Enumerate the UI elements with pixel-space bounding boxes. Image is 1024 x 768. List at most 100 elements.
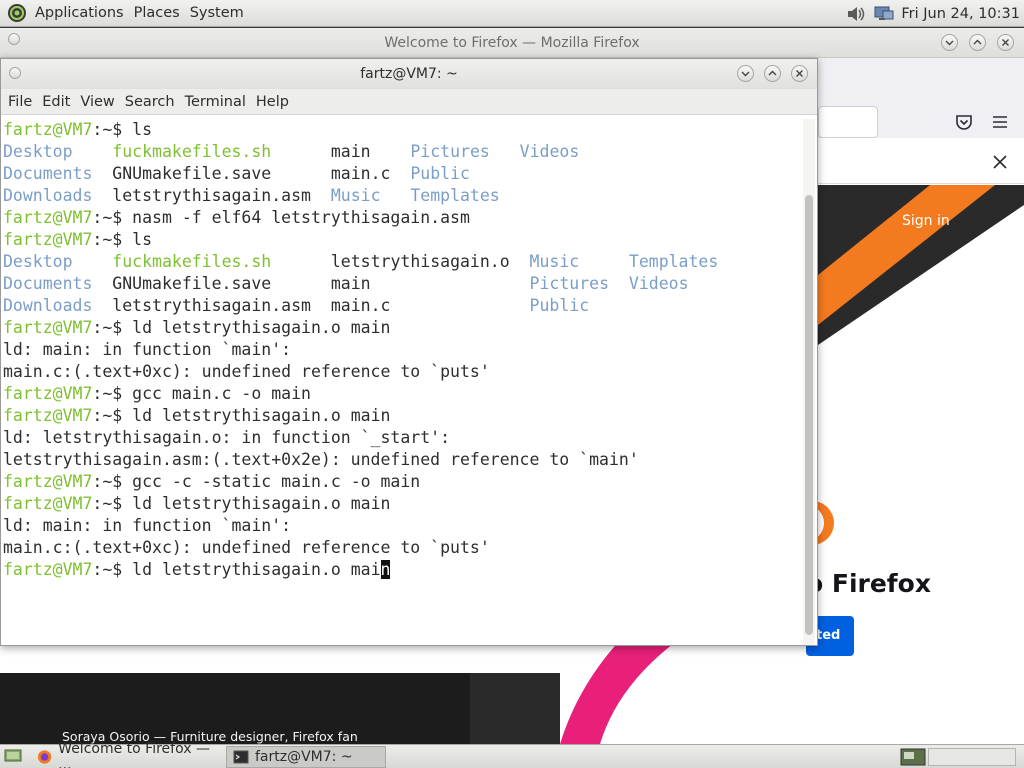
taskbar-item-label: fartz@VM7: ~	[255, 748, 353, 765]
prompt: fartz@VM7	[3, 208, 93, 227]
file-entry: letstrythisagain.o	[330, 252, 510, 271]
dir-entry: Desktop	[3, 142, 73, 161]
chevron-down-icon	[945, 40, 954, 46]
firefox-maximize-button[interactable]	[969, 34, 986, 51]
terminal-line: Documents GNUmakefile.save main.c Public	[3, 163, 803, 185]
terminal-line: fartz@VM7:~$ ld letstrythisagain.o main	[3, 494, 391, 513]
file-entry: letstrythisagain.asm	[112, 296, 311, 315]
taskbar-item-firefox[interactable]: Welcome to Firefox — ...	[30, 741, 226, 768]
menu-view[interactable]: View	[75, 94, 119, 110]
distro-logo-icon[interactable]	[6, 2, 28, 24]
dir-entry: Downloads	[3, 296, 93, 315]
menu-help[interactable]: Help	[251, 94, 294, 110]
firefox-window-menu-button[interactable]	[8, 33, 20, 45]
prompt: fartz@VM7	[3, 560, 93, 579]
terminal-line: fartz@VM7:~$ nasm -f elf64 letstrythisag…	[3, 208, 470, 227]
command-input[interactable]: ld letstrythisagain.o mai	[132, 560, 380, 579]
terminal-icon	[233, 750, 249, 763]
prompt: fartz@VM7	[3, 120, 93, 139]
hamburger-menu-icon[interactable]	[990, 112, 1010, 132]
terminal-output[interactable]: fartz@VM7:~$ ls Desktop fuckmakefiles.sh …	[3, 119, 803, 645]
pocket-icon[interactable]	[954, 112, 974, 132]
file-entry: main	[330, 274, 371, 293]
terminal-line: fartz@VM7:~$ gcc main.c -o main	[3, 384, 311, 403]
chevron-up-icon	[973, 39, 982, 45]
terminal-line: Downloads letstrythisagain.asm Music Tem…	[3, 185, 803, 207]
dir-entry: Videos	[628, 274, 689, 293]
terminal-close-button[interactable]	[791, 65, 808, 82]
menu-system[interactable]: System	[185, 5, 249, 21]
menu-places[interactable]: Places	[129, 5, 185, 21]
top-panel: Applications Places System Fri Jun 24, 1…	[0, 0, 1024, 27]
file-entry: GNUmakefile.save	[112, 274, 272, 293]
terminal-line: Downloads letstrythisagain.asm main.c Pu…	[3, 295, 803, 317]
prompt: fartz@VM7	[3, 230, 93, 249]
dir-entry: Public	[410, 164, 470, 183]
volume-icon[interactable]	[845, 4, 867, 24]
terminal-scrollbar[interactable]	[803, 119, 815, 645]
exec-entry: fuckmakefiles.sh	[112, 252, 272, 271]
error-line: letstrythisagain.asm:(.text+0x2e): undef…	[3, 450, 639, 469]
text-cursor: n	[380, 560, 391, 579]
firefox-titlebar[interactable]: Welcome to Firefox — Mozilla Firefox	[0, 28, 1024, 58]
terminal-maximize-button[interactable]	[764, 65, 781, 82]
exec-entry: fuckmakefiles.sh	[112, 142, 272, 161]
menu-search[interactable]: Search	[120, 94, 180, 110]
clock[interactable]: Fri Jun 24, 10:31	[901, 6, 1020, 22]
menu-terminal[interactable]: Terminal	[180, 94, 251, 110]
workspace-area[interactable]	[928, 748, 1016, 766]
command: gcc main.c -o main	[132, 384, 311, 403]
error-line: main.c:(.text+0xc): undefined reference …	[3, 538, 490, 557]
taskbar-item-terminal[interactable]: fartz@VM7: ~	[226, 745, 386, 768]
firefox-minimize-button[interactable]	[941, 34, 958, 51]
dir-entry: Pictures	[529, 274, 610, 293]
dir-entry: Templates	[410, 186, 500, 205]
dir-entry: Videos	[519, 142, 580, 161]
dir-entry: Music	[529, 252, 580, 271]
terminal-window-menu-button[interactable]	[9, 67, 21, 79]
error-line: ld: letstrythisagain.o: in function `_st…	[3, 428, 451, 447]
terminal-titlebar[interactable]: fartz@VM7: ~	[1, 59, 817, 89]
command: nasm -f elf64 letstrythisagain.asm	[132, 208, 470, 227]
terminal-line: Documents GNUmakefile.save main Pictures…	[3, 273, 803, 295]
close-icon	[796, 70, 803, 77]
sign-in-link[interactable]: Sign in	[902, 213, 950, 229]
dir-entry: Pictures	[410, 142, 490, 161]
welcome-heading: o Firefox	[806, 569, 931, 598]
error-line: ld: main: in function `main':	[3, 340, 292, 359]
dir-entry: Documents	[3, 164, 93, 183]
menu-file[interactable]: File	[3, 94, 37, 110]
command: ls	[132, 230, 153, 249]
command: ld letstrythisagain.o main	[132, 406, 391, 425]
error-line: main.c:(.text+0xc): undefined reference …	[3, 362, 490, 381]
workspace-switcher-icon[interactable]	[900, 748, 926, 766]
network-icon[interactable]	[873, 4, 895, 24]
file-entry: GNUmakefile.save	[112, 164, 272, 183]
dir-entry: Desktop	[3, 252, 73, 271]
prompt: fartz@VM7	[3, 494, 93, 513]
show-desktop-icon[interactable]	[4, 748, 22, 764]
chevron-down-icon	[741, 71, 750, 77]
firefox-url-bar[interactable]	[818, 106, 878, 138]
dir-entry: Documents	[3, 274, 93, 293]
scrollbar-thumb[interactable]	[805, 195, 813, 635]
bottom-taskbar: Welcome to Firefox — ... fartz@VM7: ~	[0, 741, 1024, 768]
dir-entry: Public	[529, 296, 590, 315]
dir-entry: Music	[330, 186, 381, 205]
terminal-menubar: File Edit View Search Terminal Help	[1, 89, 817, 115]
command: ls	[132, 120, 153, 139]
terminal-window: fartz@VM7: ~ File Edit View Search Termi…	[0, 58, 818, 646]
prompt: fartz@VM7	[3, 318, 93, 337]
prompt: fartz@VM7	[3, 472, 93, 491]
firefox-close-button[interactable]	[997, 34, 1014, 51]
dir-entry: Templates	[628, 252, 719, 271]
file-entry: main.c	[330, 296, 391, 315]
panel-tray: Fri Jun 24, 10:31	[845, 0, 1020, 27]
terminal-minimize-button[interactable]	[737, 65, 754, 82]
terminal-line: fartz@VM7:~$ ld letstrythisagain.o main	[3, 560, 391, 579]
command: gcc -c -static main.c -o main	[132, 472, 421, 491]
menu-applications[interactable]: Applications	[30, 5, 129, 21]
menu-edit[interactable]: Edit	[37, 94, 75, 110]
error-line: ld: main: in function `main':	[3, 516, 292, 535]
close-icon[interactable]	[990, 152, 1010, 172]
